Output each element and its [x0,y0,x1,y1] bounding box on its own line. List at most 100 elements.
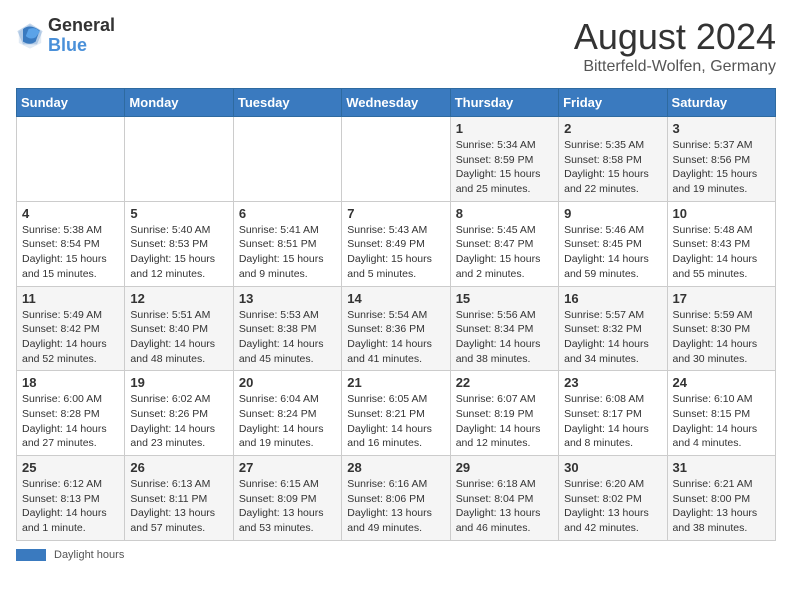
subtitle: Bitterfeld-Wolfen, Germany [574,58,776,76]
day-number: 8 [456,206,553,221]
day-number: 30 [564,460,661,475]
day-info: Sunrise: 5:59 AMSunset: 8:30 PMDaylight:… [673,308,770,367]
day-info: Sunrise: 5:54 AMSunset: 8:36 PMDaylight:… [347,308,444,367]
calendar-cell: 15Sunrise: 5:56 AMSunset: 8:34 PMDayligh… [450,286,558,371]
day-info: Sunrise: 5:45 AMSunset: 8:47 PMDaylight:… [456,223,553,282]
day-number: 1 [456,121,553,136]
calendar-cell [233,117,341,202]
calendar-table: SundayMondayTuesdayWednesdayThursdayFrid… [16,88,776,541]
day-number: 19 [130,375,227,390]
day-number: 9 [564,206,661,221]
day-number: 18 [22,375,119,390]
calendar-header: SundayMondayTuesdayWednesdayThursdayFrid… [17,89,776,117]
day-number: 17 [673,291,770,306]
day-info: Sunrise: 5:57 AMSunset: 8:32 PMDaylight:… [564,308,661,367]
day-info: Sunrise: 6:00 AMSunset: 8:28 PMDaylight:… [22,392,119,451]
calendar-cell: 7 Sunrise: 5:43 AMSunset: 8:49 PMDaylight… [342,201,450,286]
calendar-cell: 18 Sunrise: 6:00 AMSunset: 8:28 PMDayligh… [17,371,125,456]
day-info: Sunrise: 6:07 AMSunset: 8:19 PMDaylight:… [456,392,553,451]
calendar-cell: 14 Sunrise: 5:54 AMSunset: 8:36 PMDayligh… [342,286,450,371]
day-header-saturday: Saturday [667,89,775,117]
day-number: 3 [673,121,770,136]
day-info: Sunrise: 5:46 AMSunset: 8:45 PMDaylight:… [564,223,661,282]
calendar-cell: 27 Sunrise: 6:15 AMSunset: 8:09 PMDayligh… [233,456,341,541]
day-info: Sunrise: 6:18 AMSunset: 8:04 PMDaylight:… [456,477,553,536]
daylight-label: Daylight hours [54,549,124,561]
day-info: Sunrise: 5:41 AMSunset: 8:51 PMDaylight:… [239,223,336,282]
day-number: 21 [347,375,444,390]
day-info: Sunrise: 5:53 AMSunset: 8:38 PMDaylight:… [239,308,336,367]
calendar-cell: 16Sunrise: 5:57 AMSunset: 8:32 PMDayligh… [559,286,667,371]
day-info: Sunrise: 5:37 AMSunset: 8:56 PMDaylight:… [673,138,770,197]
logo: General Blue [16,16,115,56]
calendar-cell: 28Sunrise: 6:16 AMSunset: 8:06 PMDayligh… [342,456,450,541]
day-number: 26 [130,460,227,475]
day-header-wednesday: Wednesday [342,89,450,117]
day-info: Sunrise: 6:08 AMSunset: 8:17 PMDaylight:… [564,392,661,451]
day-number: 29 [456,460,553,475]
day-number: 2 [564,121,661,136]
calendar-cell [17,117,125,202]
day-info: Sunrise: 6:05 AMSunset: 8:21 PMDaylight:… [347,392,444,451]
calendar-cell: 9 Sunrise: 5:46 AMSunset: 8:45 PMDaylight… [559,201,667,286]
calendar-cell [125,117,233,202]
day-info: Sunrise: 6:20 AMSunset: 8:02 PMDaylight:… [564,477,661,536]
calendar-cell: 4Sunrise: 5:38 AMSunset: 8:54 PMDaylight… [17,201,125,286]
calendar-cell: 20 Sunrise: 6:04 AMSunset: 8:24 PMDayligh… [233,371,341,456]
calendar-cell: 30 Sunrise: 6:20 AMSunset: 8:02 PMDayligh… [559,456,667,541]
title-block: August 2024 Bitterfeld-Wolfen, Germany [574,16,776,76]
day-info: Sunrise: 5:34 AMSunset: 8:59 PMDaylight:… [456,138,553,197]
calendar-cell: 1 Sunrise: 5:34 AMSunset: 8:59 PMDaylight… [450,117,558,202]
day-header-monday: Monday [125,89,233,117]
calendar-cell: 10 Sunrise: 5:48 AMSunset: 8:43 PMDayligh… [667,201,775,286]
calendar-cell: 21 Sunrise: 6:05 AMSunset: 8:21 PMDayligh… [342,371,450,456]
calendar-cell: 25Sunrise: 6:12 AMSunset: 8:13 PMDayligh… [17,456,125,541]
calendar-cell: 29 Sunrise: 6:18 AMSunset: 8:04 PMDayligh… [450,456,558,541]
calendar-cell: 13 Sunrise: 5:53 AMSunset: 8:38 PMDayligh… [233,286,341,371]
calendar-cell: 24Sunrise: 6:10 AMSunset: 8:15 PMDayligh… [667,371,775,456]
day-info: Sunrise: 5:48 AMSunset: 8:43 PMDaylight:… [673,223,770,282]
day-number: 27 [239,460,336,475]
calendar-cell: 6 Sunrise: 5:41 AMSunset: 8:51 PMDaylight… [233,201,341,286]
day-number: 4 [22,206,119,221]
day-number: 13 [239,291,336,306]
calendar-cell: 26 Sunrise: 6:13 AMSunset: 8:11 PMDayligh… [125,456,233,541]
day-number: 20 [239,375,336,390]
day-info: Sunrise: 5:35 AMSunset: 8:58 PMDaylight:… [564,138,661,197]
main-title: August 2024 [574,16,776,58]
day-header-friday: Friday [559,89,667,117]
calendar-cell: 2 Sunrise: 5:35 AMSunset: 8:58 PMDaylight… [559,117,667,202]
day-number: 10 [673,206,770,221]
calendar-cell: 31Sunrise: 6:21 AMSunset: 8:00 PMDayligh… [667,456,775,541]
logo-blue: Blue [48,36,115,56]
logo-general: General [48,16,115,36]
calendar-cell: 8 Sunrise: 5:45 AMSunset: 8:47 PMDaylight… [450,201,558,286]
day-header-thursday: Thursday [450,89,558,117]
daylight-swatch [16,549,46,561]
logo-text: General Blue [48,16,115,56]
day-info: Sunrise: 6:13 AMSunset: 8:11 PMDaylight:… [130,477,227,536]
generalblue-icon [16,22,44,50]
calendar-cell: 3 Sunrise: 5:37 AMSunset: 8:56 PMDaylight… [667,117,775,202]
day-number: 23 [564,375,661,390]
page-header: General Blue August 2024 Bitterfeld-Wolf… [16,16,776,76]
day-header-sunday: Sunday [17,89,125,117]
day-info: Sunrise: 6:02 AMSunset: 8:26 PMDaylight:… [130,392,227,451]
day-info: Sunrise: 6:04 AMSunset: 8:24 PMDaylight:… [239,392,336,451]
day-number: 7 [347,206,444,221]
day-number: 14 [347,291,444,306]
day-info: Sunrise: 6:12 AMSunset: 8:13 PMDaylight:… [22,477,119,536]
calendar-cell: 23 Sunrise: 6:08 AMSunset: 8:17 PMDayligh… [559,371,667,456]
day-info: Sunrise: 5:43 AMSunset: 8:49 PMDaylight:… [347,223,444,282]
calendar-cell: 12Sunrise: 5:51 AMSunset: 8:40 PMDayligh… [125,286,233,371]
day-info: Sunrise: 5:56 AMSunset: 8:34 PMDaylight:… [456,308,553,367]
day-header-tuesday: Tuesday [233,89,341,117]
day-number: 31 [673,460,770,475]
day-number: 6 [239,206,336,221]
footer: Daylight hours [16,549,776,561]
calendar-cell: 22Sunrise: 6:07 AMSunset: 8:19 PMDayligh… [450,371,558,456]
day-info: Sunrise: 6:15 AMSunset: 8:09 PMDaylight:… [239,477,336,536]
calendar-cell: 19 Sunrise: 6:02 AMSunset: 8:26 PMDayligh… [125,371,233,456]
day-number: 5 [130,206,227,221]
calendar-cell: 17 Sunrise: 5:59 AMSunset: 8:30 PMDayligh… [667,286,775,371]
